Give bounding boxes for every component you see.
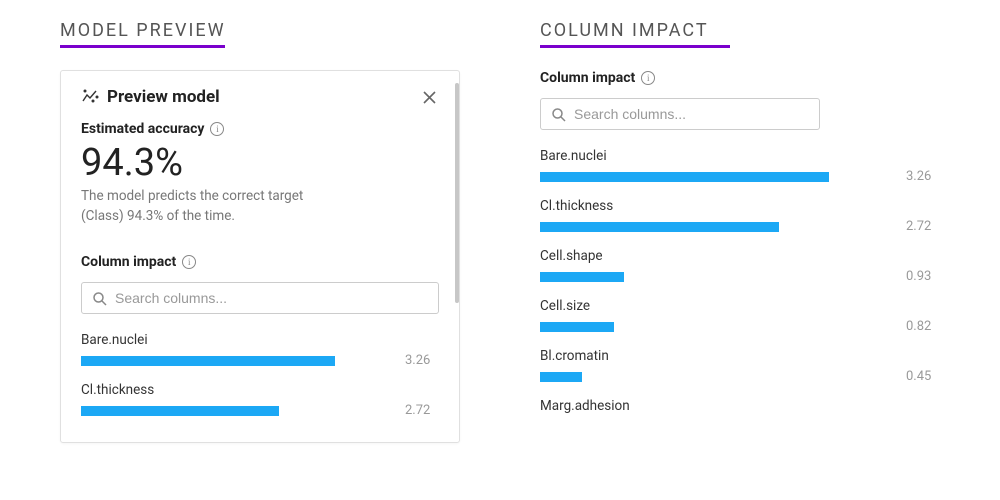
accuracy-value: 94.3% xyxy=(81,141,439,185)
impact-item: Marg.adhesion xyxy=(540,398,940,414)
impact-bar-row: 3.26 xyxy=(81,353,439,368)
impact-bar-fill xyxy=(540,272,624,282)
preview-card-header: Preview model xyxy=(81,87,439,107)
impact-item: Cell.size 0.82 xyxy=(540,298,940,334)
impact-item-name: Cl.thickness xyxy=(540,198,940,214)
impact-item-value: 0.82 xyxy=(906,319,940,334)
search-input[interactable] xyxy=(115,290,428,306)
impact-bar-fill xyxy=(81,356,335,366)
search-columns-box[interactable] xyxy=(540,98,820,130)
close-icon[interactable] xyxy=(420,88,439,107)
impact-item-value: 0.93 xyxy=(906,269,940,284)
column-impact-panel: COLUMN IMPACT Column impact i Bare.nucle… xyxy=(540,20,940,443)
impact-item: Bare.nuclei 3.26 xyxy=(81,332,439,368)
info-icon[interactable]: i xyxy=(210,122,224,136)
impact-bar-row: 2.72 xyxy=(540,219,940,234)
impact-bar-track xyxy=(540,322,892,332)
column-impact-label: Column impact xyxy=(81,254,176,270)
impact-item-value: 2.72 xyxy=(405,403,439,418)
impact-bar-row: 0.93 xyxy=(540,269,940,284)
impact-item: Cl.thickness 2.72 xyxy=(81,382,439,418)
preview-model-card: Preview model Estimated accuracy i 94.3%… xyxy=(60,70,460,443)
impact-bar-track xyxy=(81,406,391,416)
search-input[interactable] xyxy=(574,106,809,122)
impact-item-name: Cell.size xyxy=(540,298,940,314)
model-preview-underline xyxy=(60,45,225,48)
impact-bar-track xyxy=(540,372,892,382)
impact-bar-track xyxy=(81,356,391,366)
search-icon xyxy=(92,291,107,306)
impact-item-name: Marg.adhesion xyxy=(540,398,940,414)
impact-item-name: Bl.cromatin xyxy=(540,348,940,364)
column-impact-list: Bare.nuclei 3.26 Cl.thickness 2.72 Cell.shap… xyxy=(540,148,940,414)
impact-bar-fill xyxy=(540,222,779,232)
column-impact-title: COLUMN IMPACT xyxy=(540,20,940,41)
impact-item-value: 3.26 xyxy=(405,353,439,368)
column-impact-underline xyxy=(540,45,730,48)
impact-item-value: 3.26 xyxy=(906,169,940,184)
sparkle-icon xyxy=(81,88,99,106)
impact-bar-fill xyxy=(540,372,582,382)
scrollbar[interactable] xyxy=(455,83,459,303)
column-impact-list: Bare.nuclei 3.26 Cl.thickness 2.72 xyxy=(81,332,439,418)
impact-bar-track xyxy=(540,272,892,282)
impact-bar-fill xyxy=(540,172,829,182)
impact-item-name: Bare.nuclei xyxy=(81,332,439,348)
impact-item: Cl.thickness 2.72 xyxy=(540,198,940,234)
impact-item-name: Cl.thickness xyxy=(81,382,439,398)
column-impact-label: Column impact xyxy=(540,70,635,86)
impact-item-name: Bare.nuclei xyxy=(540,148,940,164)
impact-bar-track xyxy=(540,222,892,232)
estimated-accuracy-label: Estimated accuracy xyxy=(81,121,204,137)
impact-bar-row: 0.45 xyxy=(540,369,940,384)
model-preview-title: MODEL PREVIEW xyxy=(60,20,460,41)
info-icon[interactable]: i xyxy=(182,255,196,269)
impact-bar-track xyxy=(540,172,892,182)
model-preview-panel: MODEL PREVIEW Preview model xyxy=(60,20,460,443)
impact-item-value: 2.72 xyxy=(906,219,940,234)
impact-item: Bl.cromatin 0.45 xyxy=(540,348,940,384)
impact-bar-row: 3.26 xyxy=(540,169,940,184)
impact-item-name: Cell.shape xyxy=(540,248,940,264)
impact-item: Cell.shape 0.93 xyxy=(540,248,940,284)
search-columns-box[interactable] xyxy=(81,282,439,314)
info-icon[interactable]: i xyxy=(641,71,655,85)
search-icon xyxy=(551,107,566,122)
impact-bar-fill xyxy=(81,406,279,416)
impact-bar-row: 2.72 xyxy=(81,403,439,418)
impact-bar-row: 0.82 xyxy=(540,319,940,334)
impact-item: Bare.nuclei 3.26 xyxy=(540,148,940,184)
accuracy-description: The model predicts the correct target (C… xyxy=(81,187,341,226)
preview-card-title: Preview model xyxy=(107,87,220,107)
impact-bar-fill xyxy=(540,322,614,332)
impact-item-value: 0.45 xyxy=(906,369,940,384)
